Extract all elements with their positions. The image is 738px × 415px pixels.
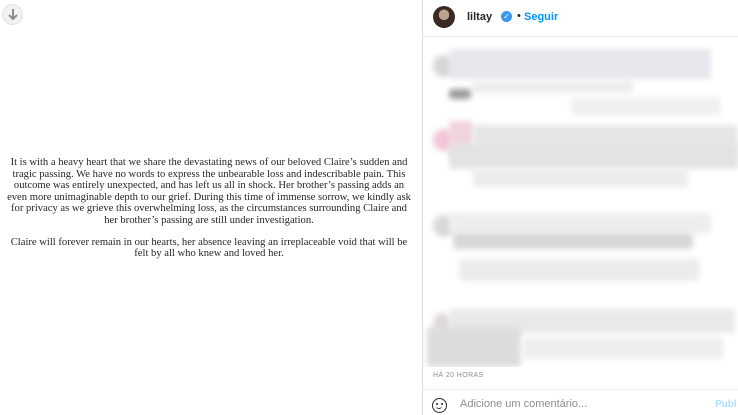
post-timestamp: HÁ 20 HORAS xyxy=(433,372,484,379)
blurred-comment xyxy=(523,337,723,359)
blurred-comment xyxy=(449,213,711,233)
blurred-comment xyxy=(453,233,693,249)
arrow-down-icon xyxy=(7,8,18,20)
comment-input[interactable] xyxy=(460,398,700,410)
publish-button[interactable]: Publ xyxy=(715,399,737,410)
blurred-comment xyxy=(459,259,699,281)
download-button[interactable] xyxy=(2,4,23,25)
username-link[interactable]: liltay xyxy=(467,11,492,23)
post-caption-image-text: It is with a heavy heart that we share t… xyxy=(4,157,414,270)
post-image: It is with a heavy heart that we share t… xyxy=(0,0,422,415)
blurred-comment xyxy=(571,97,721,115)
blurred-comment xyxy=(449,143,738,169)
comment-bar: Publ xyxy=(423,390,738,415)
follow-button[interactable]: Seguir xyxy=(524,11,558,23)
verified-badge-icon: ✓ xyxy=(501,11,512,22)
blurred-comment xyxy=(449,89,471,99)
blurred-comment xyxy=(427,327,521,367)
avatar[interactable] xyxy=(433,6,455,28)
blurred-comment xyxy=(473,169,688,187)
blurred-comment xyxy=(473,81,633,93)
post-header: liltay ✓ • Seguir xyxy=(423,0,738,37)
comments-panel: liltay ✓ • Seguir HÁ 20 HORAS Publ xyxy=(423,0,738,415)
comments-list-blurred xyxy=(423,37,738,367)
post-paragraph: It is with a heavy heart that we share t… xyxy=(7,157,411,226)
post-paragraph: Claire will forever remain in our hearts… xyxy=(10,236,408,260)
emoji-icon[interactable] xyxy=(432,398,447,413)
blurred-comment xyxy=(449,49,711,79)
separator-dot: • xyxy=(517,10,521,22)
